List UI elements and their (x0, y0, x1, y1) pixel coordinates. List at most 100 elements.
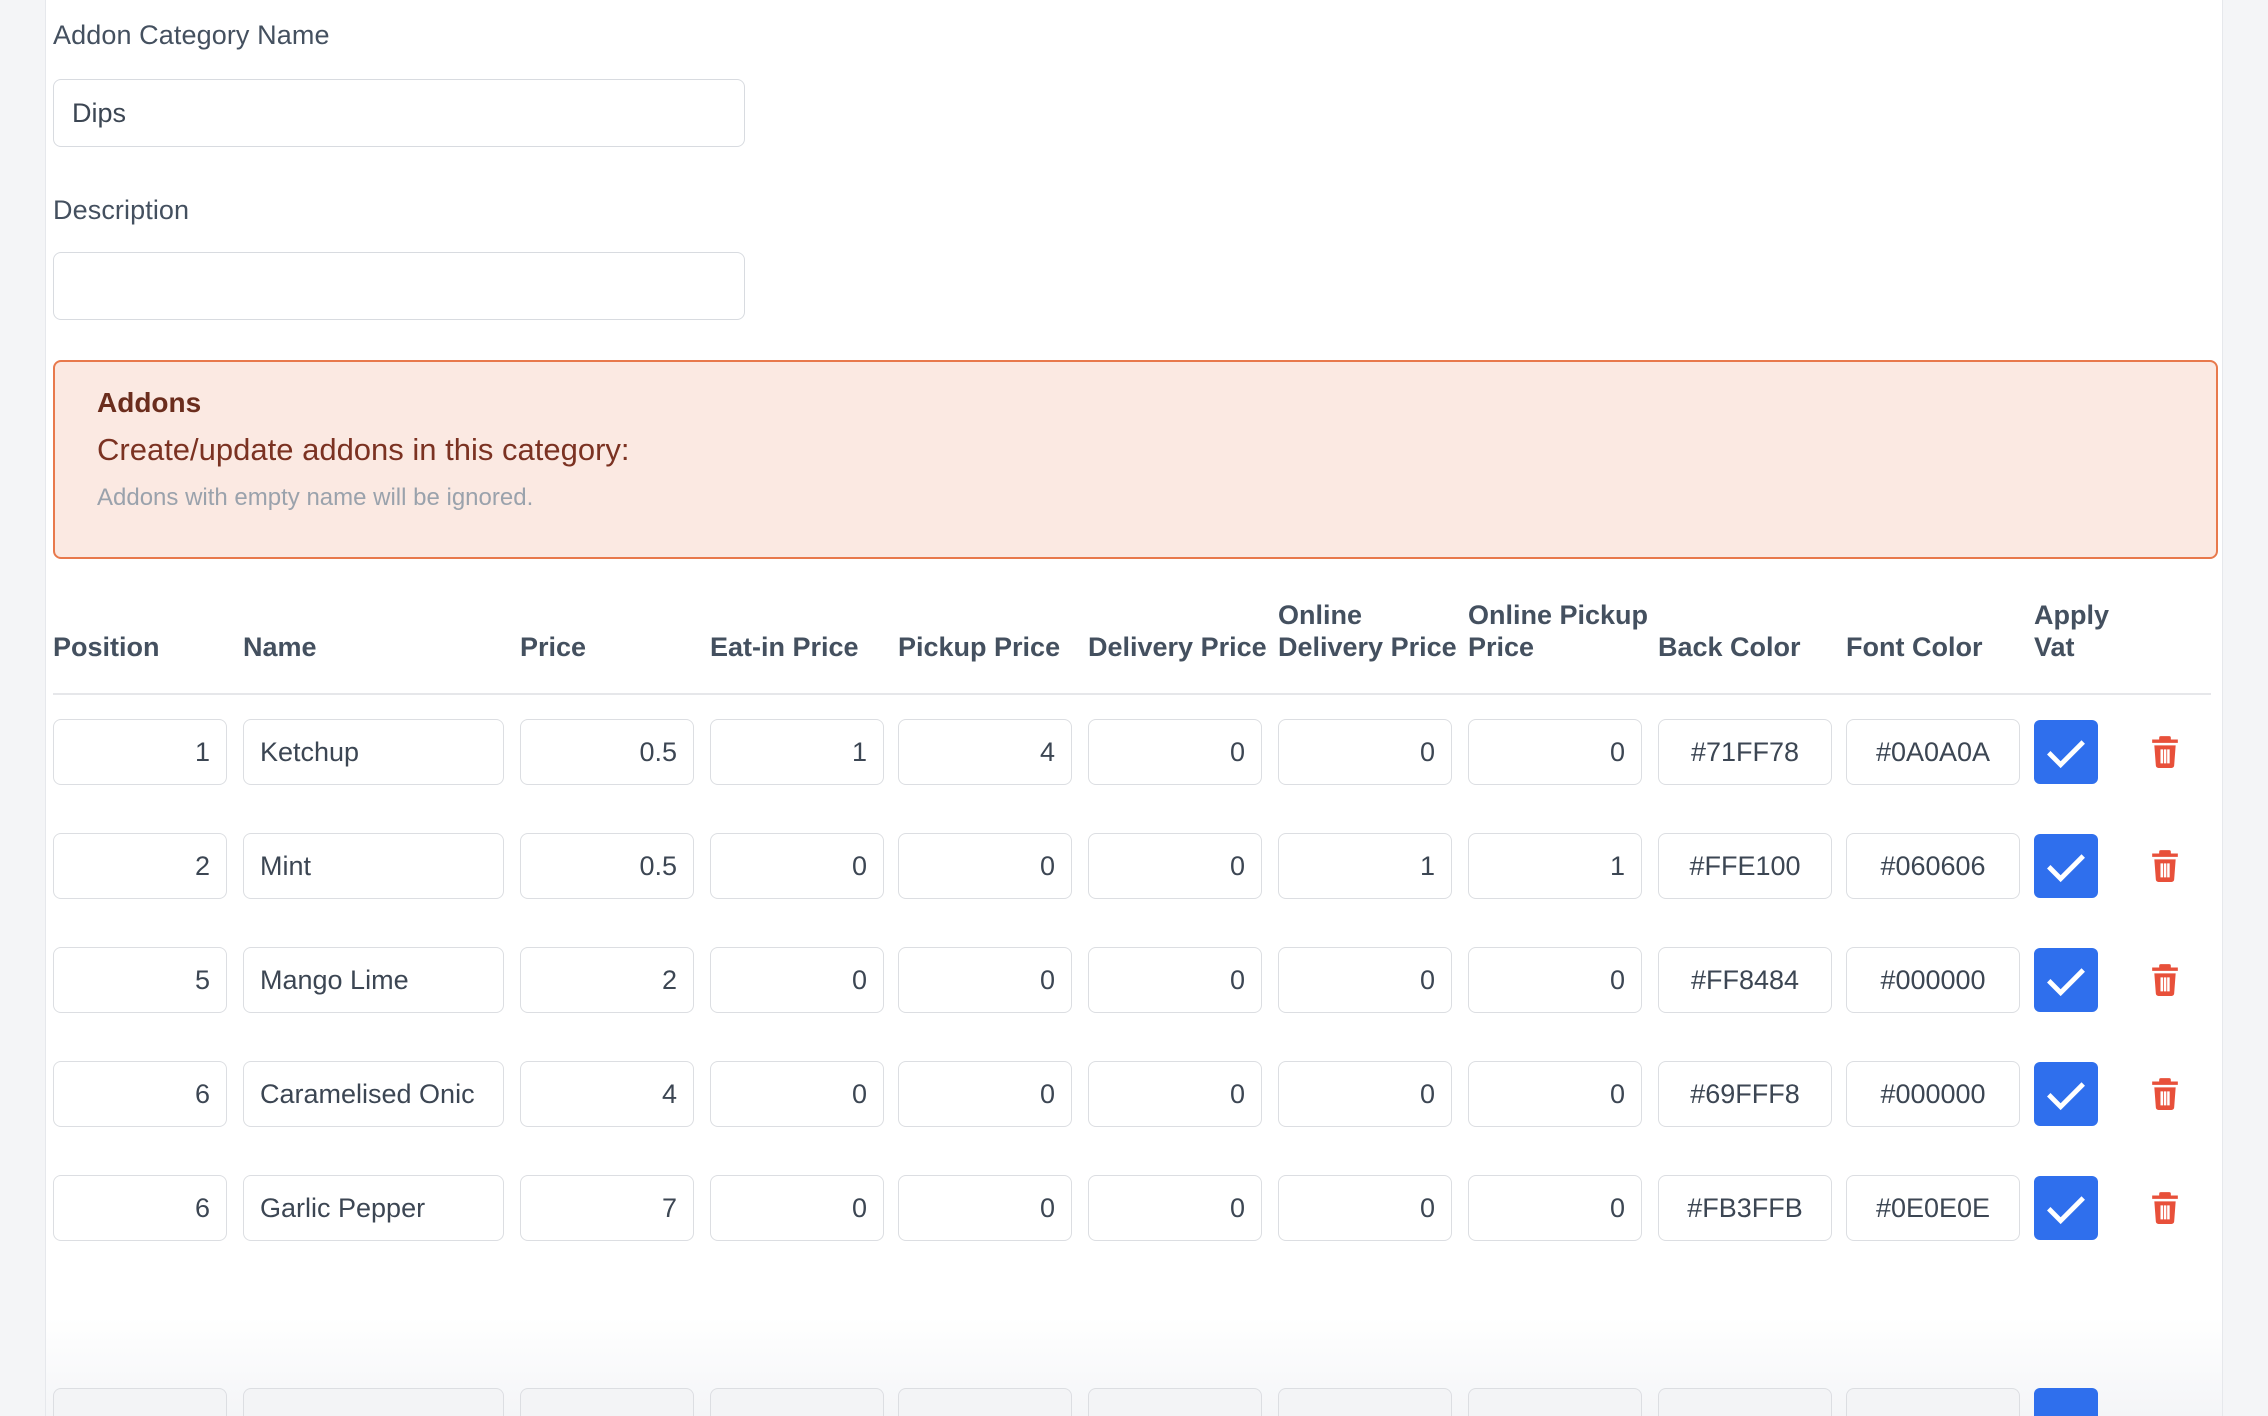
addon-back-color-input[interactable] (1658, 947, 1832, 1014)
addon-eat-in-price-input[interactable] (710, 1175, 884, 1242)
addon-font-color-input[interactable] (1846, 1061, 2020, 1128)
partial-row-cell[interactable] (520, 1388, 694, 1416)
table-row (53, 694, 2211, 809)
addon-name-input-cell (243, 1037, 520, 1151)
addon-delivery-price-input[interactable] (1088, 1061, 1262, 1128)
addon-name-input[interactable] (243, 947, 504, 1014)
addon-eat-in-price-input[interactable] (710, 1061, 884, 1128)
addon-online-delivery-price-input-cell (1278, 1151, 1468, 1265)
addon-delivery-price-input[interactable] (1088, 1175, 1262, 1242)
partial-row-cell[interactable] (898, 1388, 1072, 1416)
trash-icon (2145, 1188, 2185, 1228)
delete-row-button[interactable] (2142, 957, 2188, 1003)
delete-row-button[interactable] (2142, 843, 2188, 889)
col-header-back-color: Back Color (1658, 600, 1846, 696)
col-header-apply-vat: Apply Vat (2034, 600, 2126, 696)
apply-vat-checkbox[interactable] (2034, 834, 2098, 899)
addon-online-pickup-price-input-cell (1468, 1037, 1658, 1151)
addon-position-input[interactable] (53, 947, 227, 1014)
addon-name-input[interactable] (243, 833, 504, 900)
partial-row-cell[interactable] (1658, 1388, 1832, 1416)
addon-price-input-cell (520, 923, 710, 1037)
check-icon (2043, 1185, 2089, 1231)
addon-pickup-price-input-cell (898, 694, 1088, 809)
addon-delivery-price-input[interactable] (1088, 719, 1262, 786)
addon-position-input[interactable] (53, 719, 227, 786)
addon-online-delivery-price-input[interactable] (1278, 1061, 1452, 1128)
addon-name-input[interactable] (243, 719, 504, 786)
delete-row-button[interactable] (2142, 729, 2188, 775)
addon-price-input-cell (520, 694, 710, 809)
addon-online-delivery-price-input[interactable] (1278, 947, 1452, 1014)
addon-position-input[interactable] (53, 1175, 227, 1242)
partial-row-cell[interactable] (1468, 1388, 1642, 1416)
addon-pickup-price-input[interactable] (898, 947, 1072, 1014)
addon-online-delivery-price-input[interactable] (1278, 833, 1452, 900)
addon-eat-in-price-input[interactable] (710, 947, 884, 1014)
addon-online-pickup-price-input[interactable] (1468, 719, 1642, 786)
addon-price-input[interactable] (520, 947, 694, 1014)
partial-row-cell[interactable] (1846, 1388, 2020, 1416)
description-input[interactable] (53, 252, 745, 320)
addon-category-name-input[interactable] (53, 79, 745, 147)
addon-font-color-input[interactable] (1846, 833, 2020, 900)
delete-row-cell (2126, 809, 2211, 923)
addon-back-color-input[interactable] (1658, 1061, 1832, 1128)
addon-online-pickup-price-input[interactable] (1468, 1061, 1642, 1128)
addon-position-input[interactable] (53, 833, 227, 900)
delete-row-button[interactable] (2142, 1071, 2188, 1117)
addon-online-pickup-price-input[interactable] (1468, 947, 1642, 1014)
partial-row-cell[interactable] (243, 1388, 504, 1416)
addon-back-color-input-cell (1658, 1037, 1846, 1151)
addon-price-input[interactable] (520, 1175, 694, 1242)
form-content: Addon Category Name Description Addons C… (53, 0, 2222, 1416)
addon-delivery-price-input-cell (1088, 809, 1278, 923)
addon-online-pickup-price-input[interactable] (1468, 833, 1642, 900)
apply-vat-checkbox[interactable] (2034, 720, 2098, 785)
addon-price-input[interactable] (520, 719, 694, 786)
addon-font-color-input-cell (1846, 694, 2034, 809)
addon-pickup-price-input[interactable] (898, 1061, 1072, 1128)
addon-online-delivery-price-input-cell (1278, 1037, 1468, 1151)
addon-back-color-input[interactable] (1658, 1175, 1832, 1242)
partial-row-cell[interactable] (1278, 1388, 1452, 1416)
addon-position-input[interactable] (53, 1061, 227, 1128)
addon-online-delivery-price-input[interactable] (1278, 719, 1452, 786)
apply-vat-checkbox[interactable] (2034, 948, 2098, 1013)
addon-eat-in-price-input[interactable] (710, 833, 884, 900)
delete-row-cell (2126, 1151, 2211, 1265)
addon-delivery-price-input[interactable] (1088, 947, 1262, 1014)
addon-price-input[interactable] (520, 1061, 694, 1128)
addon-back-color-input[interactable] (1658, 719, 1832, 786)
addon-name-input[interactable] (243, 1061, 504, 1128)
addon-online-delivery-price-input-cell (1278, 923, 1468, 1037)
addon-name-input[interactable] (243, 1175, 504, 1242)
addon-delivery-price-input-cell (1088, 1151, 1278, 1265)
addon-pickup-price-input[interactable] (898, 1175, 1072, 1242)
addon-font-color-input[interactable] (1846, 719, 2020, 786)
delete-row-button[interactable] (2142, 1185, 2188, 1231)
addons-table-head: Position Name Price Eat-in Price Pickup … (53, 600, 2211, 696)
addon-font-color-input[interactable] (1846, 947, 2020, 1014)
addon-back-color-input[interactable] (1658, 833, 1832, 900)
addon-online-delivery-price-input[interactable] (1278, 1175, 1452, 1242)
addon-eat-in-price-input[interactable] (710, 719, 884, 786)
addon-online-pickup-price-input[interactable] (1468, 1175, 1642, 1242)
addon-price-input[interactable] (520, 833, 694, 900)
addon-delivery-price-input[interactable] (1088, 833, 1262, 900)
addon-font-color-input-cell (1846, 1037, 2034, 1151)
apply-vat-checkbox[interactable] (2034, 1062, 2098, 1127)
partial-row-cell[interactable] (53, 1388, 227, 1416)
partial-row-cell[interactable] (1088, 1388, 1262, 1416)
apply-vat-checkbox[interactable] (2034, 1176, 2098, 1241)
addon-category-editor: Addon Category Name Description Addons C… (0, 0, 2268, 1416)
apply-vat-cell (2034, 923, 2126, 1037)
addon-position-input-cell (53, 809, 243, 923)
addon-font-color-input[interactable] (1846, 1175, 2020, 1242)
partial-row-apply-vat-checkbox[interactable] (2034, 1388, 2098, 1416)
partial-row-cell[interactable] (710, 1388, 884, 1416)
delete-row-cell (2126, 1037, 2211, 1151)
addon-pickup-price-input[interactable] (898, 833, 1072, 900)
addon-pickup-price-input[interactable] (898, 719, 1072, 786)
delete-row-cell (2126, 694, 2211, 809)
